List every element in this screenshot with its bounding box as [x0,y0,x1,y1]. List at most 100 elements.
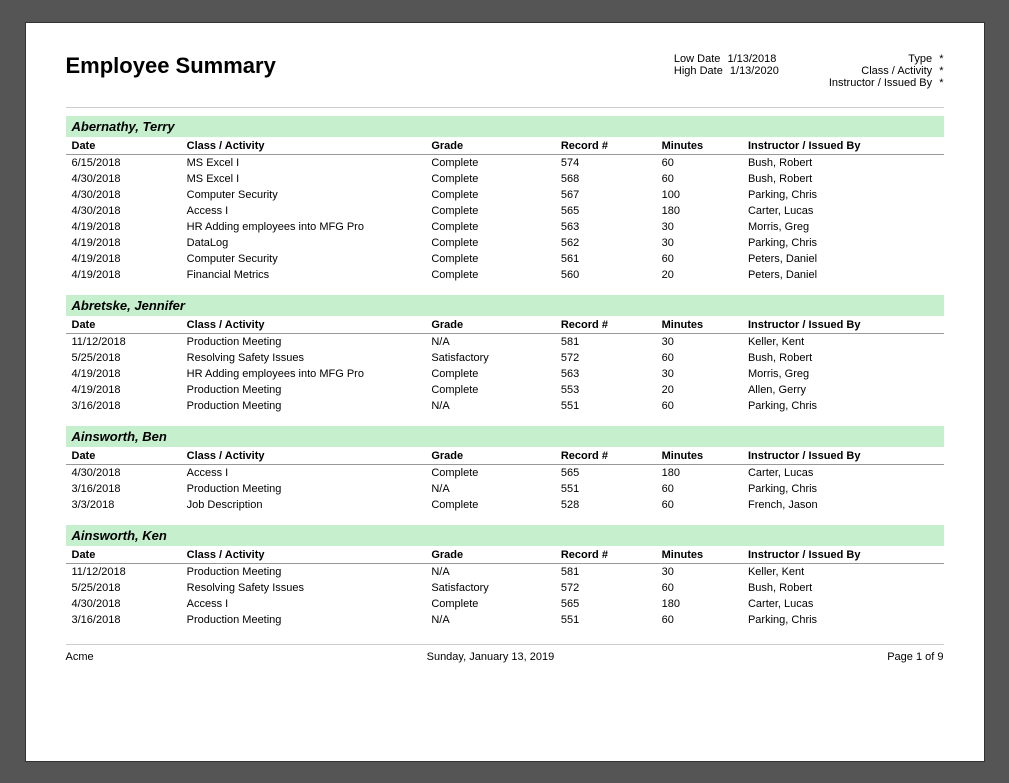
col-header-minutes: Minutes [656,316,742,334]
col-header-instructor: Instructor / Issued By [742,137,944,155]
col-header-record: Record # [555,316,656,334]
cell-grade: N/A [425,563,555,580]
cell-record: 562 [555,235,656,251]
cell-date: 4/30/2018 [66,187,181,203]
cell-date: 4/19/2018 [66,219,181,235]
cell-grade: Satisfactory [425,580,555,596]
col-header-minutes: Minutes [656,447,742,465]
table-row: 4/30/2018 Access I Complete 565 180 Cart… [66,203,944,219]
col-header-class: Class / Activity [181,137,426,155]
cell-grade: Complete [425,171,555,187]
cell-class: Production Meeting [181,612,426,630]
cell-instructor: Parking, Chris [742,481,944,497]
cell-minutes: 60 [656,398,742,416]
col-header-class: Class / Activity [181,316,426,334]
cell-record: 551 [555,612,656,630]
footer-company: Acme [66,651,94,663]
col-header-date: Date [66,546,181,564]
instructor-filter-label: Instructor / Issued By [829,77,932,89]
employee-name: Ainsworth, Ben [66,426,944,447]
cell-record: 563 [555,366,656,382]
class-value: * [939,65,943,77]
cell-minutes: 30 [656,333,742,350]
employee-table: Date Class / Activity Grade Record # Min… [66,546,944,630]
col-header-instructor: Instructor / Issued By [742,546,944,564]
cell-minutes: 60 [656,580,742,596]
cell-record: 565 [555,596,656,612]
cell-date: 4/30/2018 [66,203,181,219]
report-footer: Acme Sunday, January 13, 2019 Page 1 of … [66,644,944,663]
cell-minutes: 30 [656,563,742,580]
cell-class: Job Description [181,497,426,515]
cell-grade: Satisfactory [425,350,555,366]
col-header-instructor: Instructor / Issued By [742,447,944,465]
employee-table: Date Class / Activity Grade Record # Min… [66,447,944,515]
employee-section: Abretske, Jennifer Date Class / Activity… [66,295,944,416]
type-label: Type [908,53,932,65]
cell-instructor: Peters, Daniel [742,251,944,267]
low-date-row: Low Date 1/13/2018 [674,53,779,65]
table-row: 3/16/2018 Production Meeting N/A 551 60 … [66,481,944,497]
col-header-grade: Grade [425,546,555,564]
cell-instructor: Bush, Robert [742,171,944,187]
cell-date: 4/19/2018 [66,382,181,398]
cell-record: 572 [555,580,656,596]
table-row: 4/19/2018 Production Meeting Complete 55… [66,382,944,398]
cell-record: 528 [555,497,656,515]
cell-record: 563 [555,219,656,235]
cell-grade: N/A [425,481,555,497]
cell-record: 567 [555,187,656,203]
cell-grade: Complete [425,235,555,251]
col-header-grade: Grade [425,447,555,465]
cell-minutes: 20 [656,382,742,398]
cell-class: Computer Security [181,251,426,267]
cell-class: Access I [181,596,426,612]
cell-record: 565 [555,203,656,219]
cell-instructor: Parking, Chris [742,612,944,630]
col-header-class: Class / Activity [181,546,426,564]
table-row: 11/12/2018 Production Meeting N/A 581 30… [66,333,944,350]
cell-minutes: 20 [656,267,742,285]
cell-grade: Complete [425,203,555,219]
report-header: Employee Summary Low Date 1/13/2018 High… [66,53,944,89]
cell-grade: Complete [425,596,555,612]
cell-minutes: 60 [656,497,742,515]
cell-date: 6/15/2018 [66,154,181,171]
employee-section: Abernathy, Terry Date Class / Activity G… [66,116,944,285]
cell-instructor: Bush, Robert [742,580,944,596]
table-row: 4/19/2018 DataLog Complete 562 30 Parkin… [66,235,944,251]
cell-minutes: 180 [656,464,742,481]
col-header-record: Record # [555,137,656,155]
cell-class: Resolving Safety Issues [181,350,426,366]
table-row: 4/19/2018 Financial Metrics Complete 560… [66,267,944,285]
cell-date: 3/16/2018 [66,398,181,416]
low-date-label: Low Date [674,53,720,65]
cell-grade: Complete [425,219,555,235]
type-row: Type * [829,53,944,65]
cell-record: 574 [555,154,656,171]
cell-date: 4/30/2018 [66,464,181,481]
cell-date: 4/19/2018 [66,267,181,285]
cell-minutes: 30 [656,219,742,235]
high-date-value: 1/13/2020 [730,65,779,77]
table-row: 4/19/2018 Computer Security Complete 561… [66,251,944,267]
cell-grade: Complete [425,154,555,171]
col-header-date: Date [66,137,181,155]
cell-grade: Complete [425,187,555,203]
cell-class: Production Meeting [181,563,426,580]
col-header-grade: Grade [425,137,555,155]
cell-grade: Complete [425,464,555,481]
cell-record: 560 [555,267,656,285]
col-header-date: Date [66,447,181,465]
cell-instructor: Parking, Chris [742,187,944,203]
col-header-record: Record # [555,546,656,564]
table-row: 4/19/2018 HR Adding employees into MFG P… [66,219,944,235]
cell-instructor: Keller, Kent [742,563,944,580]
cell-instructor: Morris, Greg [742,366,944,382]
cell-record: 581 [555,333,656,350]
cell-date: 4/19/2018 [66,366,181,382]
col-header-class: Class / Activity [181,447,426,465]
cell-date: 11/12/2018 [66,333,181,350]
table-row: 3/3/2018 Job Description Complete 528 60… [66,497,944,515]
cell-record: 568 [555,171,656,187]
